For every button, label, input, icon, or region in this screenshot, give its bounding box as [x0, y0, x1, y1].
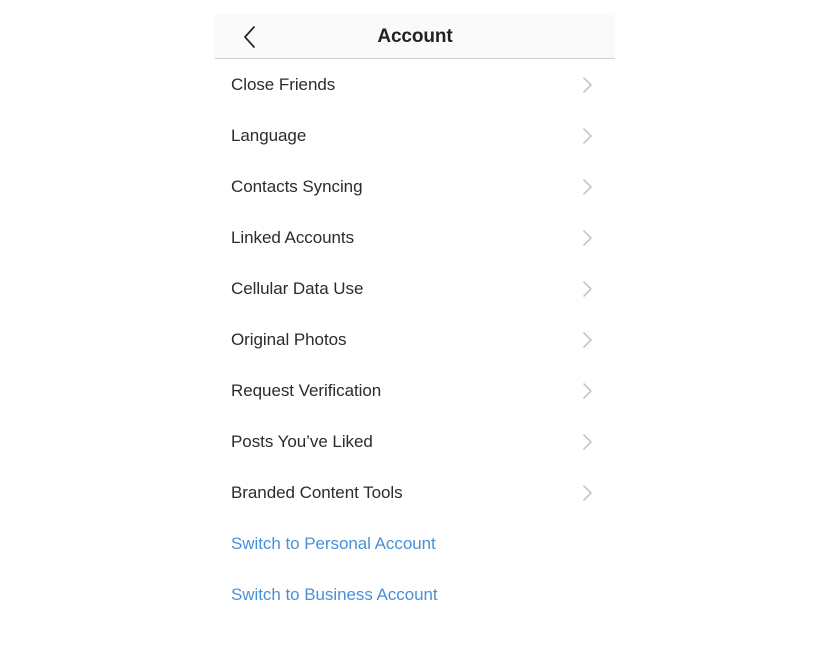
chevron-right-icon [582, 127, 594, 145]
list-item-label: Cellular Data Use [231, 278, 364, 298]
list-item-contacts-syncing[interactable]: Contacts Syncing [215, 161, 615, 212]
chevron-right-icon [582, 76, 594, 94]
chevron-right-icon [582, 484, 594, 502]
list-item-close-friends[interactable]: Close Friends [215, 59, 615, 110]
list-item-label: Branded Content Tools [231, 482, 403, 502]
chevron-right-icon [582, 433, 594, 451]
settings-list: Close Friends Language Contacts Syncing [215, 59, 615, 620]
list-item-label: Posts You’ve Liked [231, 431, 373, 451]
switch-to-business-account-button[interactable]: Switch to Business Account [215, 569, 615, 620]
action-label: Switch to Personal Account [231, 533, 436, 553]
list-item-request-verification[interactable]: Request Verification [215, 365, 615, 416]
list-item-language[interactable]: Language [215, 110, 615, 161]
navigation-bar: Account [215, 15, 615, 59]
switch-to-personal-account-button[interactable]: Switch to Personal Account [215, 518, 615, 569]
screen: Account Close Friends Language Contacts … [0, 0, 830, 671]
list-item-branded-content-tools[interactable]: Branded Content Tools [215, 467, 615, 518]
chevron-right-icon [582, 280, 594, 298]
list-item-label: Request Verification [231, 380, 382, 400]
chevron-right-icon [582, 331, 594, 349]
account-settings-panel: Account Close Friends Language Contacts … [215, 0, 615, 671]
list-item-label: Contacts Syncing [231, 176, 363, 196]
list-item-label: Original Photos [231, 329, 347, 349]
action-label: Switch to Business Account [231, 584, 438, 604]
list-item-cellular-data-use[interactable]: Cellular Data Use [215, 263, 615, 314]
list-item-label: Linked Accounts [231, 227, 355, 247]
list-item-original-photos[interactable]: Original Photos [215, 314, 615, 365]
page-title: Account [377, 26, 453, 47]
chevron-right-icon [582, 229, 594, 247]
list-item-label: Language [231, 125, 307, 145]
chevron-right-icon [582, 178, 594, 196]
list-item-posts-youve-liked[interactable]: Posts You’ve Liked [215, 416, 615, 467]
list-item-linked-accounts[interactable]: Linked Accounts [215, 212, 615, 263]
list-item-label: Close Friends [231, 74, 336, 94]
chevron-right-icon [582, 382, 594, 400]
